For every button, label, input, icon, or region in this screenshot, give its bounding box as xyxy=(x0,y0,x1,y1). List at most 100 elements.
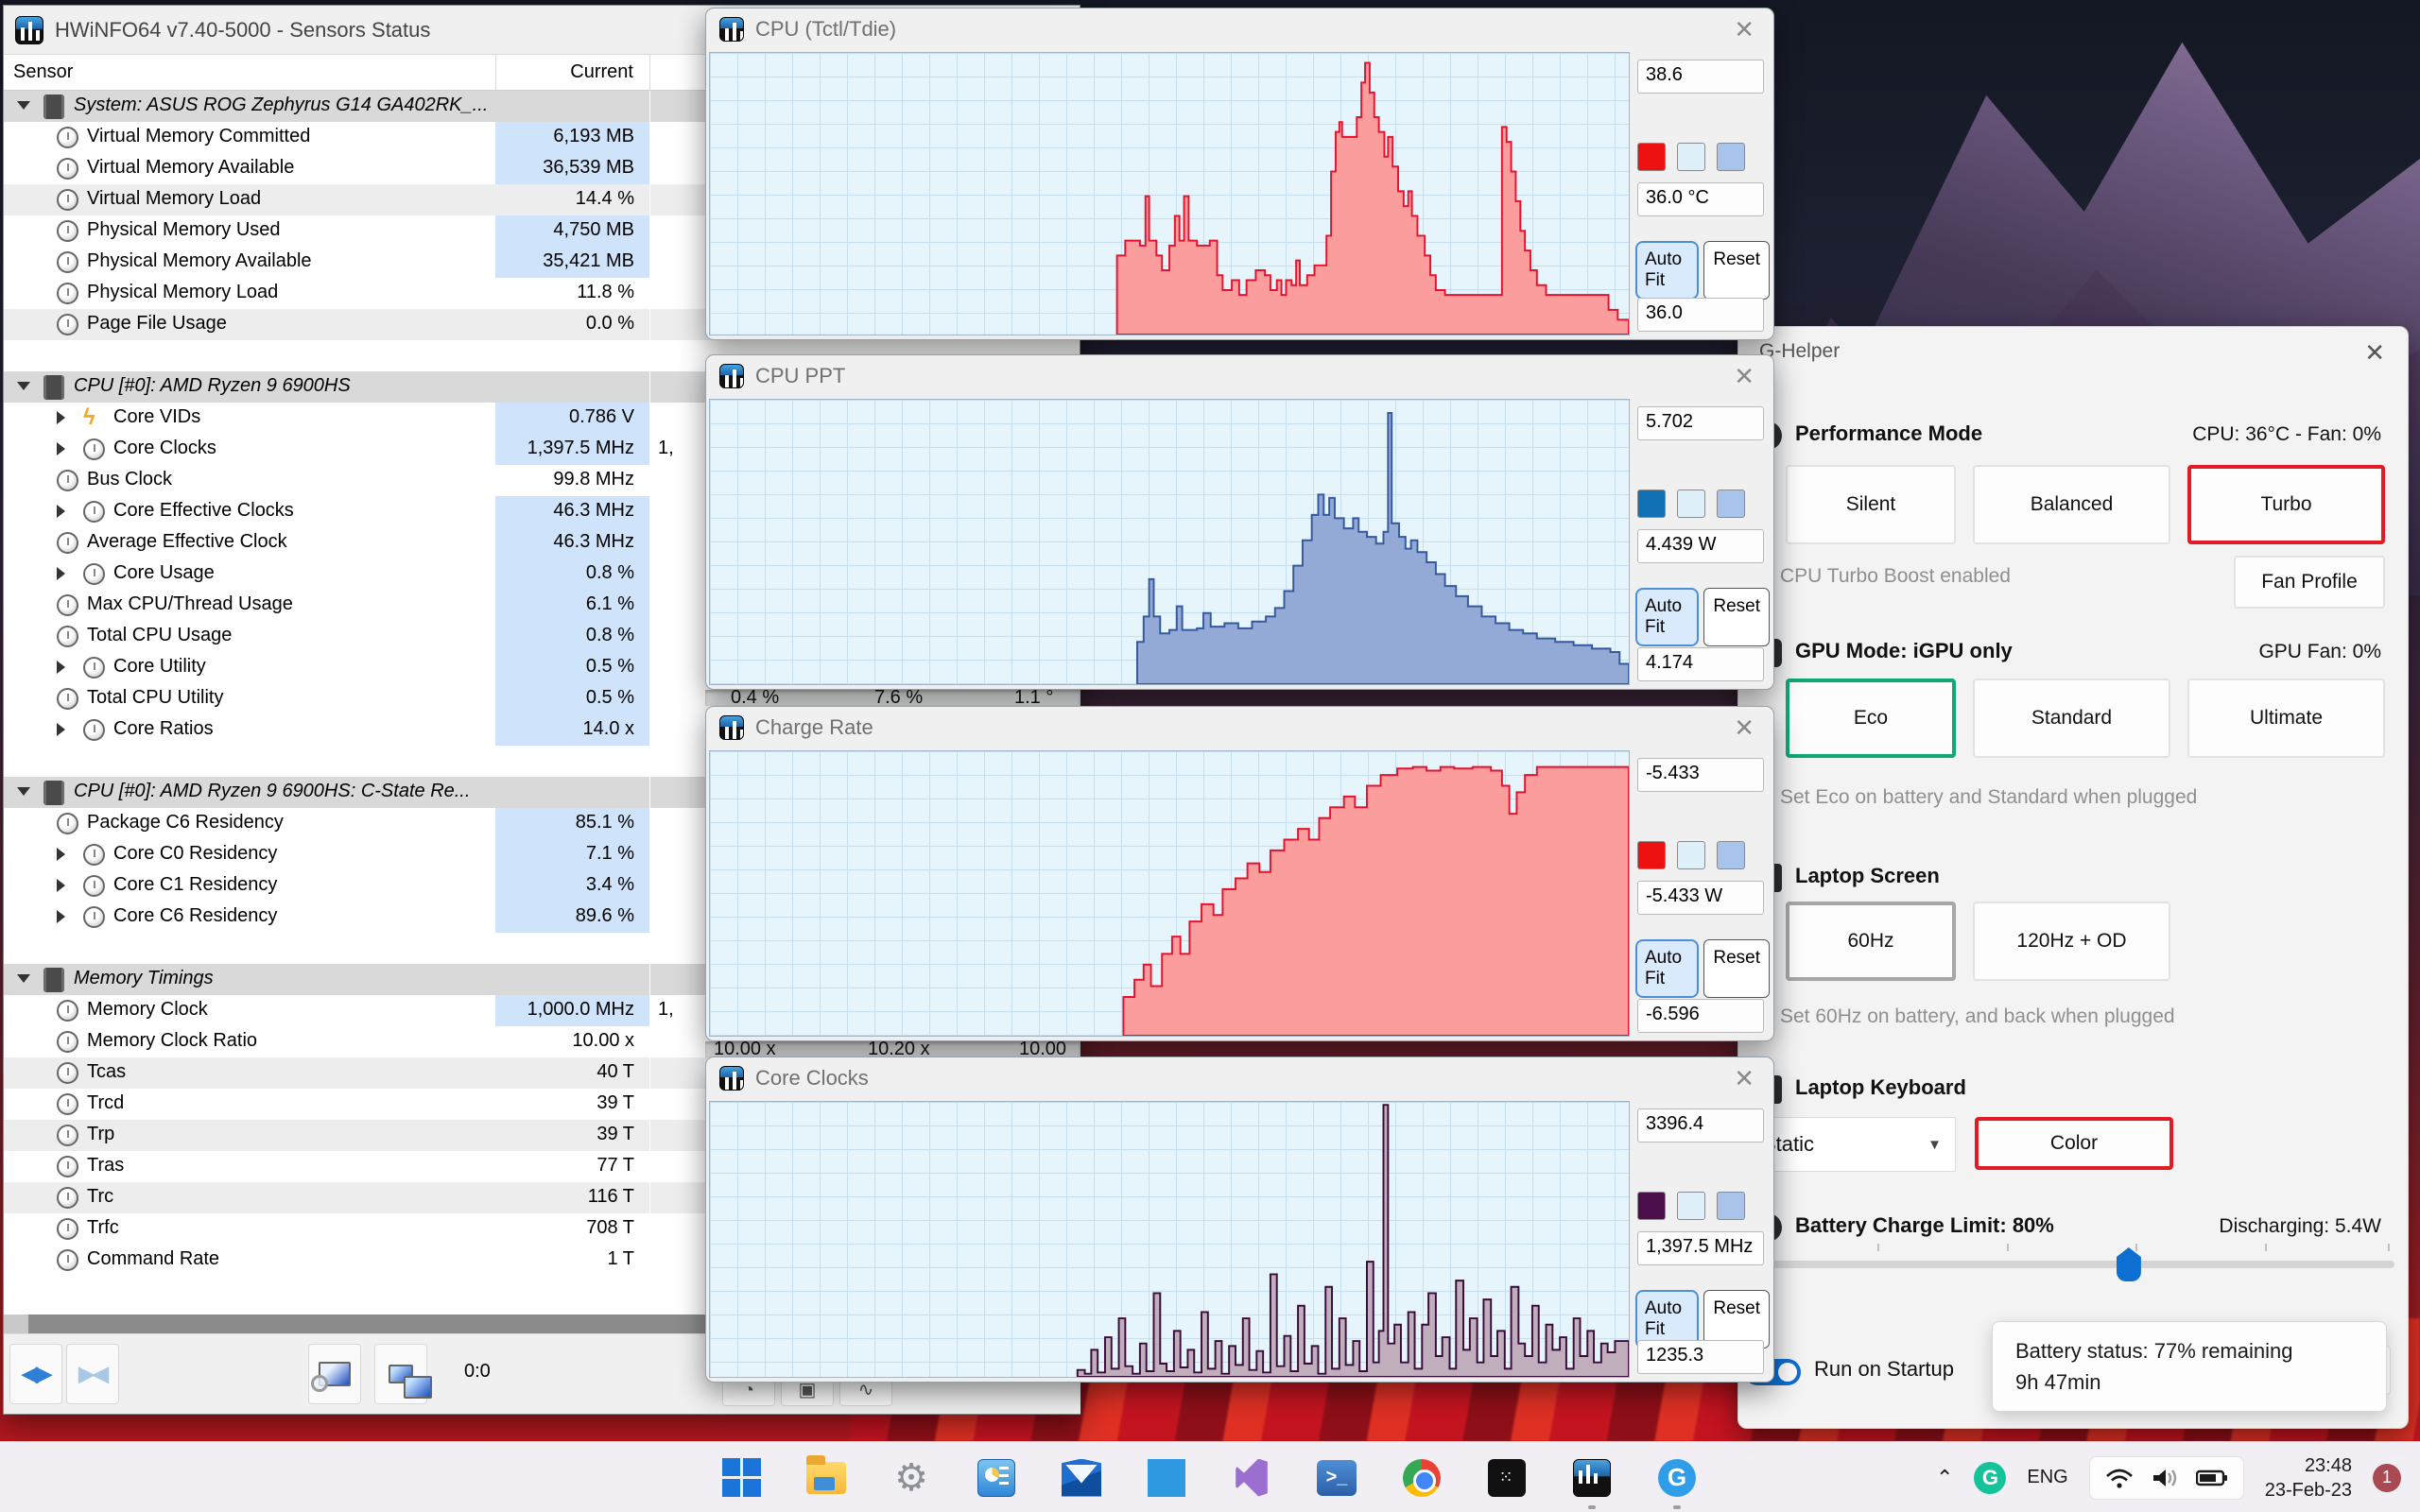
scrollbar-left-button[interactable] xyxy=(4,1314,28,1333)
graph-titlebar[interactable]: Charge Rate ✕ xyxy=(706,707,1773,748)
graph-close-icon[interactable]: ✕ xyxy=(1728,362,1760,391)
sensor-current-value: 85.1 % xyxy=(575,812,634,833)
background-color-swatch[interactable] xyxy=(1677,841,1705,869)
vscode-taskbar-icon[interactable] xyxy=(1146,1457,1187,1499)
expand-chevron-icon[interactable] xyxy=(57,442,65,455)
terminal-taskbar-icon[interactable]: ⁙ xyxy=(1486,1457,1528,1499)
taskbar-clock[interactable]: 23:48 23-Feb-23 xyxy=(2265,1453,2352,1503)
expand-chevron-icon[interactable] xyxy=(57,848,65,861)
reset-button[interactable]: Reset xyxy=(1703,241,1770,300)
collapse-chevron-icon[interactable] xyxy=(17,101,30,110)
expand-chevron-icon[interactable] xyxy=(57,505,65,518)
grid-color-swatch[interactable] xyxy=(1717,490,1745,518)
expand-chevron-icon[interactable] xyxy=(57,910,65,923)
graph-titlebar[interactable]: CPU (Tctl/Tdie) ✕ xyxy=(706,9,1773,50)
expand-chevron-icon[interactable] xyxy=(57,723,65,736)
file-explorer-taskbar-icon[interactable] xyxy=(805,1454,847,1499)
gpu-eco-button[interactable]: Eco xyxy=(1786,679,1956,758)
graph-color-swatches[interactable] xyxy=(1637,143,1745,171)
graph-max-value: 38.6 xyxy=(1637,60,1764,94)
system-panel-taskbar-icon[interactable] xyxy=(976,1457,1017,1499)
series-color-swatch[interactable] xyxy=(1637,841,1666,869)
keyboard-color-button[interactable]: Color xyxy=(1975,1117,2173,1170)
gpu-standard-button[interactable]: Standard xyxy=(1973,679,2170,758)
series-color-swatch[interactable] xyxy=(1637,143,1666,171)
expand-columns-button[interactable]: ◀▶ xyxy=(9,1344,62,1404)
sensor-label: Core Ratios xyxy=(113,718,214,739)
hwinfo-taskbar-icon[interactable] xyxy=(1571,1457,1613,1509)
graph-close-icon[interactable]: ✕ xyxy=(1728,713,1760,743)
auto-fit-button[interactable]: Auto Fit xyxy=(1635,939,1700,998)
series-color-swatch[interactable] xyxy=(1637,1192,1666,1220)
graph-side-panel: 3396.4 1,397.5 MHz Auto Fit Reset 1235.3 xyxy=(1632,1101,1770,1378)
uptime-clock: 0:0 xyxy=(464,1361,491,1382)
background-color-swatch[interactable] xyxy=(1677,490,1705,518)
collapse-chevron-icon[interactable] xyxy=(17,974,30,983)
fan-profile-button[interactable]: Fan Profile xyxy=(2234,556,2385,609)
auto-fit-button[interactable]: Auto Fit xyxy=(1635,241,1700,300)
graph-color-swatches[interactable] xyxy=(1637,841,1745,869)
collapse-chevron-icon[interactable] xyxy=(17,382,30,390)
sensor-label: Core Utility xyxy=(113,656,206,677)
expand-chevron-icon[interactable] xyxy=(57,879,65,892)
g-helper-taskbar-icon[interactable]: G xyxy=(1656,1457,1698,1509)
expand-chevron-icon[interactable] xyxy=(57,411,65,424)
collapse-columns-button[interactable]: ▶◀ xyxy=(66,1344,119,1404)
keyboard-mode-dropdown[interactable]: Static ▼ xyxy=(1748,1117,1956,1172)
mode-turbo-button[interactable]: Turbo xyxy=(2187,465,2385,544)
sensor-current-value: 4,750 MB xyxy=(553,219,634,240)
start-taskbar-icon[interactable] xyxy=(720,1457,762,1499)
sensor-current-value: 0.5 % xyxy=(585,687,634,708)
language-indicator[interactable]: ENG xyxy=(2027,1467,2067,1488)
background-color-swatch[interactable] xyxy=(1677,1192,1705,1220)
graph-titlebar[interactable]: CPU PPT ✕ xyxy=(706,355,1773,397)
mode-balanced-button[interactable]: Balanced xyxy=(1973,465,2170,544)
column-current[interactable]: Current xyxy=(570,61,633,83)
graph-min-value: 4.174 xyxy=(1637,647,1764,681)
graph-color-swatches[interactable] xyxy=(1637,490,1745,518)
settings-taskbar-icon[interactable]: ⚙ xyxy=(890,1457,932,1499)
gauge-clock-icon xyxy=(83,438,105,460)
reset-button[interactable]: Reset xyxy=(1703,588,1770,646)
mail-taskbar-icon[interactable] xyxy=(1061,1457,1102,1499)
graph-titlebar[interactable]: Core Clocks ✕ xyxy=(706,1057,1773,1099)
battery-limit-slider[interactable] xyxy=(1748,1247,2394,1281)
screen-120hz-button[interactable]: 120Hz + OD xyxy=(1973,902,2170,981)
chrome-taskbar-icon[interactable] xyxy=(1401,1457,1443,1499)
background-color-swatch[interactable] xyxy=(1677,143,1705,171)
visual-studio-taskbar-icon[interactable] xyxy=(1231,1457,1272,1499)
screen-60hz-button[interactable]: 60Hz xyxy=(1786,902,1956,981)
grid-color-swatch[interactable] xyxy=(1717,841,1745,869)
grammarly-icon[interactable]: G xyxy=(1974,1461,2007,1494)
series-color-swatch[interactable] xyxy=(1637,490,1666,518)
sensor-label: Core VIDs xyxy=(113,406,201,427)
slider-thumb[interactable] xyxy=(2116,1247,2141,1281)
grid-color-swatch[interactable] xyxy=(1717,143,1745,171)
screen-header: Laptop Screen xyxy=(1795,864,1940,887)
tray-overflow-chevron-icon[interactable]: ⌃ xyxy=(1936,1466,1953,1490)
grid-color-swatch[interactable] xyxy=(1717,1192,1745,1220)
graph-color-swatches[interactable] xyxy=(1637,1192,1745,1220)
monitor-inspect-button[interactable] xyxy=(308,1344,361,1404)
sensor-label: Physical Memory Used xyxy=(87,219,281,240)
gauge-clock-icon xyxy=(57,688,78,710)
graph-close-icon[interactable]: ✕ xyxy=(1728,15,1760,44)
column-sensor[interactable]: Sensor xyxy=(13,61,73,83)
expand-chevron-icon[interactable] xyxy=(57,567,65,580)
collapse-chevron-icon[interactable] xyxy=(17,787,30,796)
notification-badge[interactable]: 1 xyxy=(2373,1463,2401,1492)
auto-fit-button[interactable]: Auto Fit xyxy=(1635,588,1700,646)
sensor-current-value: 89.6 % xyxy=(575,905,634,926)
graph-close-icon[interactable]: ✕ xyxy=(1728,1064,1760,1093)
expand-chevron-icon[interactable] xyxy=(57,661,65,674)
graph-min-value: 36.0 xyxy=(1637,298,1764,332)
hwinfo-app-icon xyxy=(15,15,43,44)
sensor-current-value: 7.1 % xyxy=(585,843,634,864)
remote-monitor-button[interactable] xyxy=(374,1344,432,1404)
powershell-taskbar-icon[interactable]: >_ xyxy=(1316,1457,1357,1499)
quick-settings[interactable] xyxy=(2088,1455,2244,1500)
reset-button[interactable]: Reset xyxy=(1703,939,1770,998)
ghelper-close-icon[interactable]: ✕ xyxy=(2364,338,2385,368)
gpu-ultimate-button[interactable]: Ultimate xyxy=(2187,679,2385,758)
mode-silent-button[interactable]: Silent xyxy=(1786,465,1956,544)
